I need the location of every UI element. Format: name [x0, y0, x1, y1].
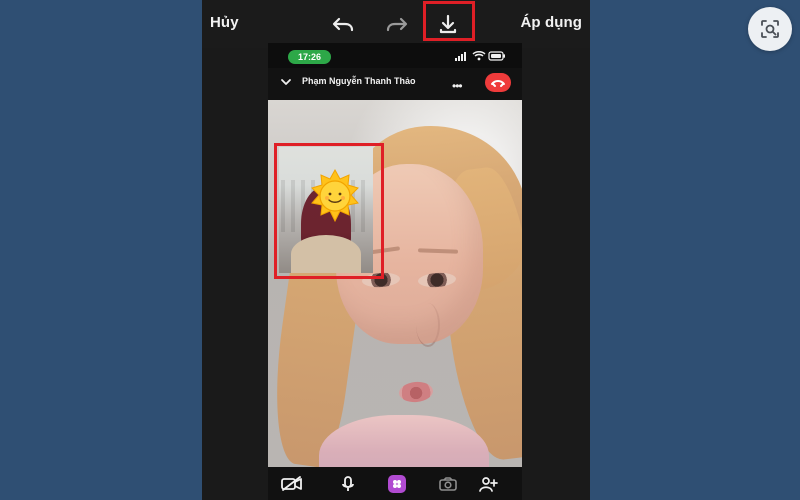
image-editor-panel: Hủy Áp dụng 17:26 Phạm Nguyễn Thanh Thảo…: [202, 0, 590, 500]
signal-icon: [455, 52, 466, 61]
cancel-button[interactable]: Hủy: [210, 14, 239, 31]
more-icon[interactable]: •••: [452, 79, 463, 93]
screen-capture-button[interactable]: [748, 7, 792, 51]
phone-hangup-icon: [491, 79, 505, 87]
shirt: [319, 415, 489, 467]
apply-button[interactable]: Áp dụng: [520, 14, 582, 31]
undo-icon[interactable]: [328, 10, 358, 38]
editor-screen: Hủy Áp dụng 17:26 Phạm Nguyễn Thanh Thảo…: [0, 0, 800, 500]
redo-icon[interactable]: [382, 10, 412, 38]
wifi-icon: [472, 51, 486, 61]
call-header: Phạm Nguyễn Thanh Thảo •••: [268, 68, 522, 100]
phone-screenshot: 17:26 Phạm Nguyễn Thanh Thảo •••: [268, 43, 522, 500]
nose: [416, 303, 440, 347]
mouth: [398, 380, 434, 404]
video-off-icon[interactable]: [278, 474, 306, 494]
self-view-highlight-box: [274, 143, 384, 279]
microphone-icon[interactable]: [334, 474, 362, 494]
call-bottom-bar: [268, 467, 522, 500]
screen-capture-icon: [761, 20, 779, 38]
add-user-icon[interactable]: [473, 474, 501, 494]
chevron-down-icon[interactable]: [280, 76, 292, 88]
contact-name: Phạm Nguyễn Thanh Thảo: [302, 76, 416, 86]
battery-icon: [488, 51, 505, 61]
editor-top-bar: Hủy Áp dụng: [202, 0, 590, 48]
camera-icon[interactable]: [434, 474, 462, 494]
status-bar: 17:26: [268, 43, 522, 68]
download-highlight-box: [423, 1, 475, 41]
status-time: 17:26: [288, 50, 331, 64]
effects-icon[interactable]: [383, 474, 411, 494]
end-call-button[interactable]: [485, 73, 511, 92]
